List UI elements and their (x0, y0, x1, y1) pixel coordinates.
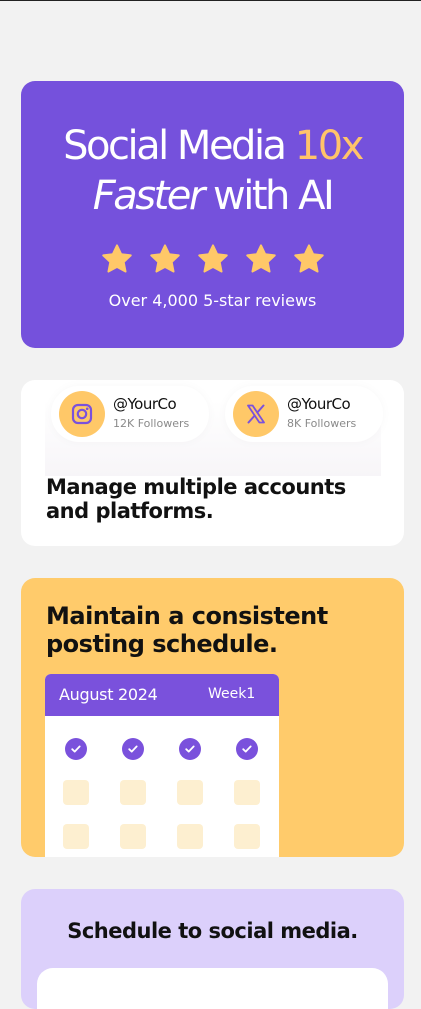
top-border (0, 0, 421, 1)
schedule-social-card: Schedule to social media. (21, 889, 404, 1009)
hero-title-italic: Faster (92, 173, 206, 219)
schedule-heading: Maintain a consistent posting schedule. (46, 602, 328, 658)
hero-card: Social Media 10x Faster with AI Over 4,0… (21, 81, 404, 348)
calendar-month: August 2024 (59, 685, 158, 704)
calendar-slot[interactable] (63, 780, 89, 805)
hero-title-highlight: 10x (294, 123, 365, 169)
hero-title: Social Media 10x Faster with AI (21, 121, 404, 221)
calendar-week: Week1 (208, 686, 256, 702)
check-icon[interactable] (122, 738, 144, 760)
star-icon (101, 244, 132, 273)
accounts-card: @YourCo 12K Followers @YourCo 8K Followe… (21, 380, 404, 546)
instagram-icon (59, 391, 105, 437)
schedule-card: Maintain a consistent posting schedule. … (21, 578, 404, 857)
check-icon[interactable] (236, 738, 258, 760)
account-followers: 12K Followers (113, 417, 190, 430)
calendar-slot[interactable] (120, 780, 146, 805)
star-icon (149, 244, 180, 273)
calendar-slot[interactable] (63, 824, 89, 849)
calendar-slot[interactable] (177, 780, 203, 805)
calendar-slot[interactable] (234, 780, 260, 805)
account-handle: @YourCo (287, 395, 351, 413)
social-panel (37, 968, 388, 1009)
calendar-slot[interactable] (234, 824, 260, 849)
star-icon (197, 244, 228, 273)
hero-title-part2: with AI (202, 173, 335, 219)
calendar-header: August 2024 Week1 (45, 674, 279, 716)
star-rating (21, 243, 404, 275)
star-icon (293, 244, 324, 273)
reviews-count: Over 4,000 5-star reviews (108, 291, 317, 310)
account-pill-x[interactable]: @YourCo 8K Followers (225, 386, 383, 442)
calendar-slot[interactable] (120, 824, 146, 849)
social-heading: Schedule to social media. (67, 919, 358, 943)
calendar-slot[interactable] (177, 824, 203, 849)
account-followers: 8K Followers (287, 417, 357, 430)
check-icon[interactable] (65, 738, 87, 760)
check-icon[interactable] (179, 738, 201, 760)
account-pill-instagram[interactable]: @YourCo 12K Followers (51, 386, 209, 442)
accounts-heading: Manage multiple accounts and platforms. (46, 475, 346, 523)
account-handle: @YourCo (113, 395, 177, 413)
star-icon (245, 244, 276, 273)
hero-title-part1: Social Media (63, 123, 295, 169)
x-twitter-icon (233, 391, 279, 437)
calendar-widget: August 2024 Week1 (45, 674, 279, 857)
